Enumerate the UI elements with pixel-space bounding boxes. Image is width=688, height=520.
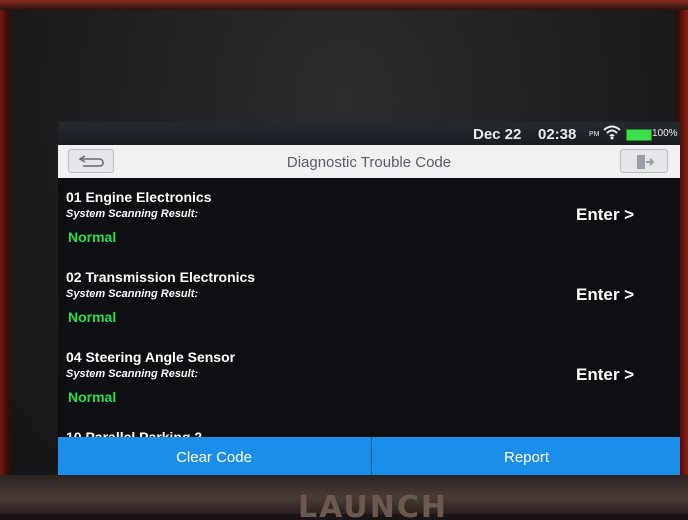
list-item[interactable]: 02 Transmission Electronics System Scann… xyxy=(58,258,680,338)
list-item[interactable]: 01 Engine Electronics System Scanning Re… xyxy=(58,178,680,258)
status-date: Dec 22 xyxy=(473,126,522,143)
scan-result-label: System Scanning Result: xyxy=(66,208,199,220)
device-housing-top xyxy=(0,0,688,10)
list-item[interactable]: 04 Steering Angle Sensor System Scanning… xyxy=(58,338,680,418)
enter-button[interactable]: Enter > xyxy=(576,285,634,305)
scan-result-status: Normal xyxy=(68,309,117,325)
title-bar: Diagnostic Trouble Code xyxy=(58,145,680,178)
system-name: 04 Steering Angle Sensor xyxy=(66,349,236,365)
scan-result-status: Normal xyxy=(68,389,117,405)
status-time: 02:38 xyxy=(538,126,577,143)
exit-icon xyxy=(637,155,655,169)
scan-result-status: Normal xyxy=(68,229,117,245)
status-ampm: PM xyxy=(589,131,600,138)
exit-button[interactable] xyxy=(620,149,668,173)
status-bar: Dec 22 02:38 PM 100% xyxy=(58,122,680,145)
system-name: 02 Transmission Electronics xyxy=(66,269,256,285)
clear-code-button[interactable]: Clear Code xyxy=(58,437,370,477)
enter-button[interactable]: Enter > xyxy=(576,365,634,385)
report-button[interactable]: Report xyxy=(371,437,680,477)
system-list: 01 Engine Electronics System Scanning Re… xyxy=(58,178,680,440)
enter-button[interactable]: Enter > xyxy=(576,205,634,225)
device-brand-logo: LAUNCH xyxy=(298,490,449,520)
system-name: 01 Engine Electronics xyxy=(66,189,212,205)
scan-result-label: System Scanning Result: xyxy=(66,368,199,380)
scan-result-label: System Scanning Result: xyxy=(66,288,199,300)
action-bar: Clear Code Report xyxy=(58,437,680,477)
battery-level: 100% xyxy=(652,128,678,139)
wifi-icon xyxy=(603,125,621,140)
page-title: Diagnostic Trouble Code xyxy=(286,154,452,171)
device-screen: Dec 22 02:38 PM 100% Diagnostic Trouble … xyxy=(58,122,680,477)
battery-icon xyxy=(626,129,652,141)
